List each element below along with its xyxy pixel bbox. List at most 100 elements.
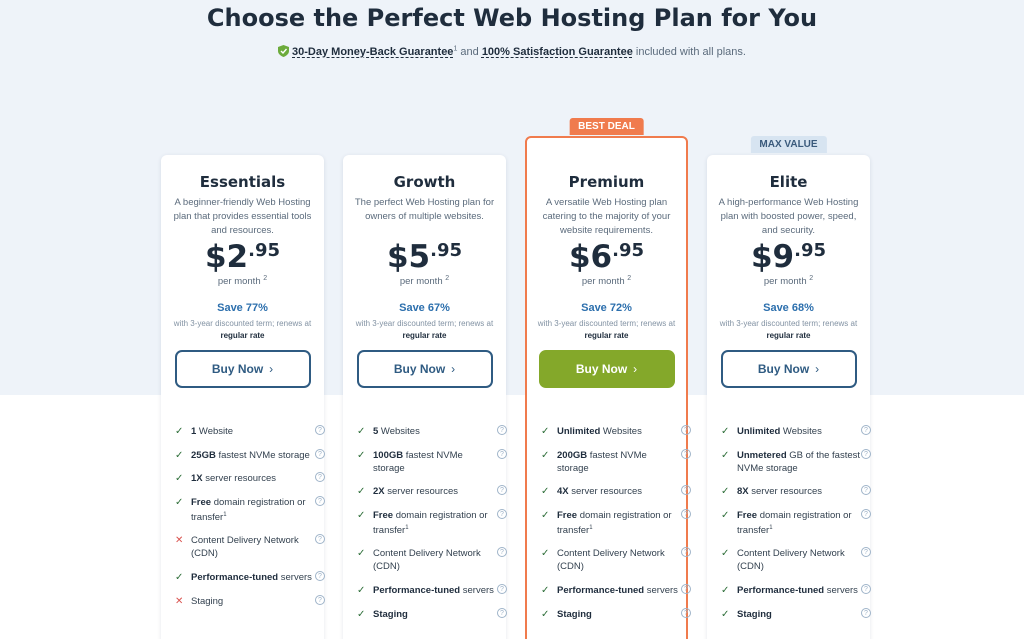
check-icon: ✓: [357, 510, 366, 521]
feature-highlight: Free: [191, 497, 212, 508]
feature-text: servers: [278, 572, 312, 584]
help-icon[interactable]: ?: [315, 571, 325, 582]
plan-description: The perfect Web Hosting plan for owners …: [354, 197, 495, 222]
help-icon[interactable]: ?: [315, 425, 325, 435]
renewal-terms: with 3-year discounted term; renews at r…: [714, 318, 864, 342]
savings-label: Save 68%: [763, 302, 814, 315]
help-icon[interactable]: ?: [681, 425, 691, 435]
regular-rate-link[interactable]: regular rate: [220, 331, 264, 340]
help-icon[interactable]: ?: [861, 608, 871, 619]
feature-text: Websites: [780, 426, 822, 437]
help-icon[interactable]: ?: [497, 425, 507, 435]
check-icon: ✓: [175, 426, 184, 437]
renewal-terms-text: with 3-year discounted term; renews at: [173, 319, 312, 329]
check-icon: ✓: [721, 510, 730, 521]
help-icon[interactable]: ?: [681, 608, 691, 619]
help-icon[interactable]: ?: [681, 449, 691, 459]
help-icon[interactable]: ?: [681, 584, 691, 595]
buy-now-button[interactable]: Buy Now ›: [720, 350, 857, 389]
help-icon[interactable]: ?: [861, 509, 871, 519]
page-title: Choose the Perfect Web Hosting Plan for …: [206, 4, 818, 32]
help-icon[interactable]: ?: [681, 509, 691, 519]
check-icon: ✓: [357, 450, 366, 461]
feature-list: ✓ 5 Websites? ✓ 100GB fastest NVMe storage?…: [357, 425, 507, 632]
help-icon[interactable]: ?: [497, 547, 507, 558]
price-cents: .95: [612, 240, 645, 261]
buy-now-button[interactable]: Buy Now ›: [356, 350, 493, 389]
help-icon[interactable]: ?: [861, 485, 871, 495]
footnote-marker: 1: [769, 525, 773, 531]
money-back-guarantee-link[interactable]: 30-Day Money-Back Guarantee: [292, 46, 453, 58]
plan-name: Premium: [568, 173, 645, 191]
feature-highlight: 4X: [557, 486, 569, 497]
help-icon[interactable]: ?: [861, 425, 871, 435]
regular-rate-link[interactable]: regular rate: [584, 331, 628, 340]
help-icon[interactable]: ?: [681, 547, 691, 558]
regular-rate-link[interactable]: regular rate: [766, 331, 810, 340]
help-icon[interactable]: ?: [497, 485, 507, 495]
help-icon[interactable]: ?: [497, 449, 507, 459]
plan-description: A beginner-friendly Web Hosting plan tha…: [173, 197, 312, 236]
buy-now-button[interactable]: Buy Now ›: [538, 350, 675, 389]
help-icon[interactable]: ?: [861, 547, 871, 558]
help-icon[interactable]: ?: [315, 595, 325, 606]
renewal-terms-text: with 3-year discounted term; renews at: [719, 319, 858, 329]
savings-label: Save 72%: [581, 302, 632, 315]
plan-card-premium: BEST DEAL Premium A versatile Web Hosting …: [525, 118, 691, 639]
help-icon[interactable]: ?: [681, 485, 691, 495]
feature-text: Websites: [378, 426, 420, 437]
footnote-marker: 1: [223, 512, 227, 518]
check-icon: ✓: [721, 585, 730, 597]
feature-highlight: Unmetered: [737, 450, 787, 461]
feature-text: Websites: [600, 426, 642, 437]
feature-item: ✓ Unlimited Websites?: [721, 425, 871, 438]
feature-item: ✓ 200GB fastest NVMe storage?: [541, 449, 691, 475]
feature-highlight: 8X: [737, 486, 749, 497]
feature-list: ✓ Unlimited Websites? ✓ Unmetered GB of the…: [721, 425, 871, 632]
help-icon[interactable]: ?: [497, 584, 507, 595]
help-icon[interactable]: ?: [315, 472, 325, 482]
satisfaction-guarantee-link[interactable]: 100% Satisfaction Guarantee: [482, 46, 633, 58]
price-period-label: per month: [581, 276, 625, 288]
feature-text: servers: [824, 585, 858, 597]
buy-now-button[interactable]: Buy Now ›: [174, 350, 311, 389]
price-period: per month 2: [343, 275, 506, 287]
feature-highlight: 200GB: [557, 450, 588, 461]
feature-highlight: Performance-tuned: [557, 585, 645, 597]
hero-background: [0, 0, 1024, 395]
regular-rate-link[interactable]: regular rate: [402, 331, 446, 340]
feature-highlight: Free: [737, 510, 758, 521]
feature-item: ✓ Performance-tuned servers?: [175, 571, 325, 584]
help-icon[interactable]: ?: [315, 449, 325, 459]
feature-list: ✓ 1 Website? ✓ 25GB fastest NVMe storage? ✓ 1…: [175, 425, 325, 619]
feature-text: servers: [460, 585, 494, 597]
price-cents: .95: [430, 240, 463, 261]
help-icon[interactable]: ?: [315, 534, 325, 545]
chevron-right-icon: ›: [633, 362, 638, 377]
price-period-label: per month: [763, 276, 807, 288]
feature-item: ✓ Unmetered GB of the fastest NVMe storag…: [721, 449, 871, 475]
feature-text: server resources: [568, 486, 643, 497]
plan-name: Growth: [393, 173, 456, 191]
feature-highlight: Unlimited: [737, 426, 781, 437]
feature-text: Content Delivery Network (CDN): [191, 535, 299, 560]
help-icon[interactable]: ?: [315, 496, 325, 506]
guarantee-suffix: included with all plans.: [632, 46, 746, 58]
check-icon: ✓: [357, 585, 366, 597]
feature-item: ✓ Staging?: [357, 608, 507, 621]
check-icon: ✓: [357, 548, 366, 560]
feature-text: Content Delivery Network (CDN): [373, 548, 481, 573]
help-icon[interactable]: ?: [861, 584, 871, 595]
buy-now-label: Buy Now: [211, 362, 264, 377]
help-icon[interactable]: ?: [497, 509, 507, 519]
feature-highlight: Staging: [737, 609, 772, 621]
and-text: and: [457, 46, 482, 58]
feature-text: server resources: [384, 486, 459, 497]
footnote-marker: 1: [589, 525, 593, 531]
cross-icon: ✕: [175, 596, 184, 608]
feature-item: ✓ Free domain registration or transfer1?: [721, 509, 871, 537]
help-icon[interactable]: ?: [861, 449, 871, 459]
feature-text: servers: [644, 585, 678, 597]
check-icon: ✓: [357, 609, 366, 621]
help-icon[interactable]: ?: [497, 608, 507, 619]
